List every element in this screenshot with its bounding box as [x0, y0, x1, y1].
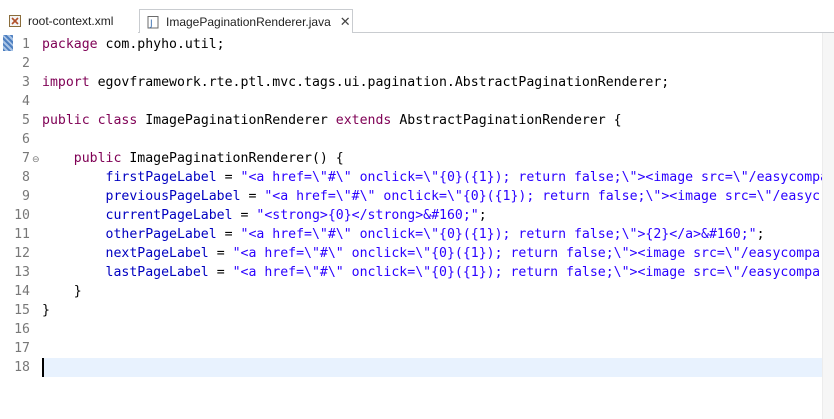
code-line[interactable]: import egovframework.rte.ptl.mvc.tags.ui…	[42, 73, 822, 92]
line-number: 13	[14, 265, 30, 280]
string-token: "<a href=\"#\" onclick=\"{0}({1}); retur…	[240, 227, 757, 242]
code-line[interactable]: }	[42, 282, 822, 301]
code-token: =	[232, 208, 257, 223]
overview-ruler-left	[0, 33, 14, 419]
code-token: ImagePaginationRenderer	[137, 113, 336, 128]
code-token: =	[216, 170, 241, 185]
code-line[interactable]: public ImagePaginationRenderer() {	[42, 149, 822, 168]
tab-image-pagination-renderer-java[interactable]: J ImagePaginationRenderer.java ✕	[139, 9, 353, 34]
code-token: =	[216, 227, 241, 242]
line-number: 2	[22, 56, 30, 71]
code-line[interactable]: currentPageLabel = "<strong>{0}</strong>…	[42, 206, 822, 225]
line-number: 10	[14, 208, 30, 223]
line-number: 9	[22, 189, 30, 204]
tab-label: ImagePaginationRenderer.java	[166, 15, 331, 29]
keyword-token: extends	[335, 113, 392, 128]
code-line[interactable]	[42, 358, 822, 377]
code-token: ImagePaginationRenderer() {	[121, 151, 344, 166]
field-token: firstPageLabel	[105, 170, 217, 185]
field-token: currentPageLabel	[105, 208, 233, 223]
fold-collapse-icon[interactable]: ⊖	[32, 155, 40, 165]
field-token: lastPageLabel	[105, 265, 209, 280]
code-token: com.phyho.util;	[97, 37, 225, 52]
string-token: "<a href=\"#\" onclick=\"{0}({1}); retur…	[264, 189, 821, 204]
keyword-token: import	[42, 75, 90, 90]
vertical-scrollbar[interactable]	[822, 33, 834, 419]
field-token: otherPageLabel	[105, 227, 217, 242]
line-number: 14	[14, 284, 30, 299]
field-token: previousPageLabel	[105, 189, 241, 204]
tab-root-context-xml[interactable]: root-context.xml	[0, 9, 138, 33]
line-number: 15	[14, 303, 30, 318]
xml-file-icon	[8, 14, 22, 28]
keyword-token: class	[97, 113, 138, 128]
code-token: }	[42, 284, 82, 299]
java-file-icon: J	[146, 15, 160, 29]
code-line[interactable]: firstPageLabel = "<a href=\"#\" onclick=…	[42, 168, 822, 187]
code-line[interactable]	[42, 92, 822, 111]
string-token: "<a href=\"#\" onclick=\"{0}({1}); retur…	[232, 246, 821, 261]
line-number: 4	[22, 94, 30, 109]
tab-label: root-context.xml	[28, 14, 114, 28]
line-number: 11	[14, 227, 30, 242]
keyword-token: public	[73, 151, 122, 166]
code-token: =	[240, 189, 265, 204]
line-number-gutter: 1 2 3 4 5 6 7 8 9 10 11 12 13 14 15 16 17 18	[14, 33, 36, 419]
line-number: 17	[14, 341, 30, 356]
editor-tab-bar: root-context.xml J ImagePaginationRender…	[0, 0, 834, 34]
code-token: =	[208, 265, 233, 280]
line-number: 1	[22, 37, 30, 52]
code-line[interactable]: lastPageLabel = "<a href=\"#\" onclick=\…	[42, 263, 822, 282]
line-number: 8	[22, 170, 30, 185]
line-number: 5	[22, 113, 30, 128]
line-number: 12	[14, 246, 30, 261]
keyword-token: package	[42, 37, 98, 52]
line-number: 6	[22, 132, 30, 147]
close-icon[interactable]: ✕	[340, 14, 351, 30]
code-token: ;	[478, 208, 487, 223]
code-line[interactable]: otherPageLabel = "<a href=\"#\" onclick=…	[42, 225, 822, 244]
code-line[interactable]	[42, 130, 822, 149]
line-number: 3	[22, 75, 30, 90]
code-line[interactable]: nextPageLabel = "<a href=\"#\" onclick=\…	[42, 244, 822, 263]
line-number: 7	[22, 151, 30, 166]
code-line[interactable]: previousPageLabel = "<a href=\"#\" oncli…	[42, 187, 822, 206]
code-line[interactable]	[42, 339, 822, 358]
code-line[interactable]: public class ImagePaginationRenderer ext…	[42, 111, 822, 130]
code-token: }	[42, 303, 50, 318]
string-token: "<strong>{0}</strong>&#160;"	[256, 208, 479, 223]
code-line[interactable]	[42, 320, 822, 339]
current-line-marker-icon	[3, 35, 13, 51]
string-token: "<a href=\"#\" onclick=\"{0}({1}); retur…	[232, 265, 821, 280]
code-editor[interactable]: 1 2 3 4 5 6 7 8 9 10 11 12 13 14 15 16 17 18 ⊖ package co…	[0, 33, 834, 419]
code-area[interactable]: package com.phyho.util; import egovframew…	[42, 33, 822, 419]
code-token: =	[208, 246, 233, 261]
code-token: AbstractPaginationRenderer {	[391, 113, 622, 128]
text-caret	[42, 358, 44, 377]
code-line[interactable]: }	[42, 301, 822, 320]
svg-text:J: J	[149, 19, 153, 29]
line-number: 18	[14, 360, 30, 375]
code-token: ;	[756, 227, 765, 242]
keyword-token: public	[42, 113, 90, 128]
field-token: nextPageLabel	[105, 246, 209, 261]
code-line[interactable]: package com.phyho.util;	[42, 35, 822, 54]
string-token: "<a href=\"#\" onclick=\"{0}({1}); retur…	[240, 170, 822, 185]
code-line[interactable]	[42, 54, 822, 73]
line-number: 16	[14, 322, 30, 337]
code-token: egovframework.rte.ptl.mvc.tags.ui.pagina…	[89, 75, 670, 90]
